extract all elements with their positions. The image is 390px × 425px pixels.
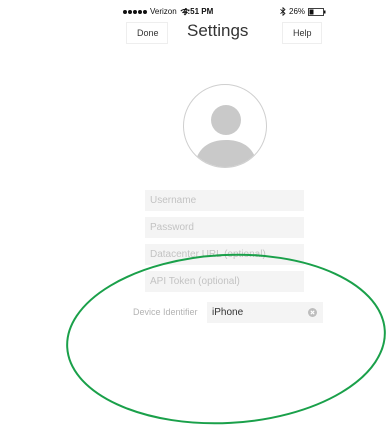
device-identifier-row: Device Identifier (0, 302, 390, 323)
person-silhouette-icon (194, 105, 258, 167)
avatar[interactable] (183, 84, 267, 168)
bluetooth-icon (280, 7, 286, 16)
nav-bar: Done Settings Help (0, 18, 390, 48)
battery-percent: 26% (289, 7, 306, 16)
signal-strength-icon (123, 9, 147, 14)
status-right: 26% (280, 7, 326, 16)
done-button[interactable]: Done (126, 22, 168, 44)
help-button[interactable]: Help (282, 22, 322, 44)
datacenter-url-input[interactable] (145, 244, 304, 265)
device-identifier-input[interactable] (207, 302, 307, 323)
carrier-name: Verizon (150, 7, 177, 16)
annotation-ellipse (66, 253, 386, 425)
status-bar: Verizon 4:51 PM 26% (0, 0, 390, 20)
device-identifier-field (207, 302, 323, 323)
api-token-input[interactable] (145, 271, 304, 292)
status-left: Verizon (123, 7, 190, 16)
device-identifier-label: Device Identifier (133, 307, 198, 317)
clear-circle-icon[interactable] (308, 308, 317, 317)
username-input[interactable] (145, 190, 304, 211)
password-input[interactable] (145, 217, 304, 238)
settings-screen: Verizon 4:51 PM 26% Done Settings Help U… (0, 0, 390, 425)
page-title: Settings (187, 21, 249, 40)
battery-icon (308, 7, 326, 16)
status-time: 4:51 PM (183, 7, 214, 16)
